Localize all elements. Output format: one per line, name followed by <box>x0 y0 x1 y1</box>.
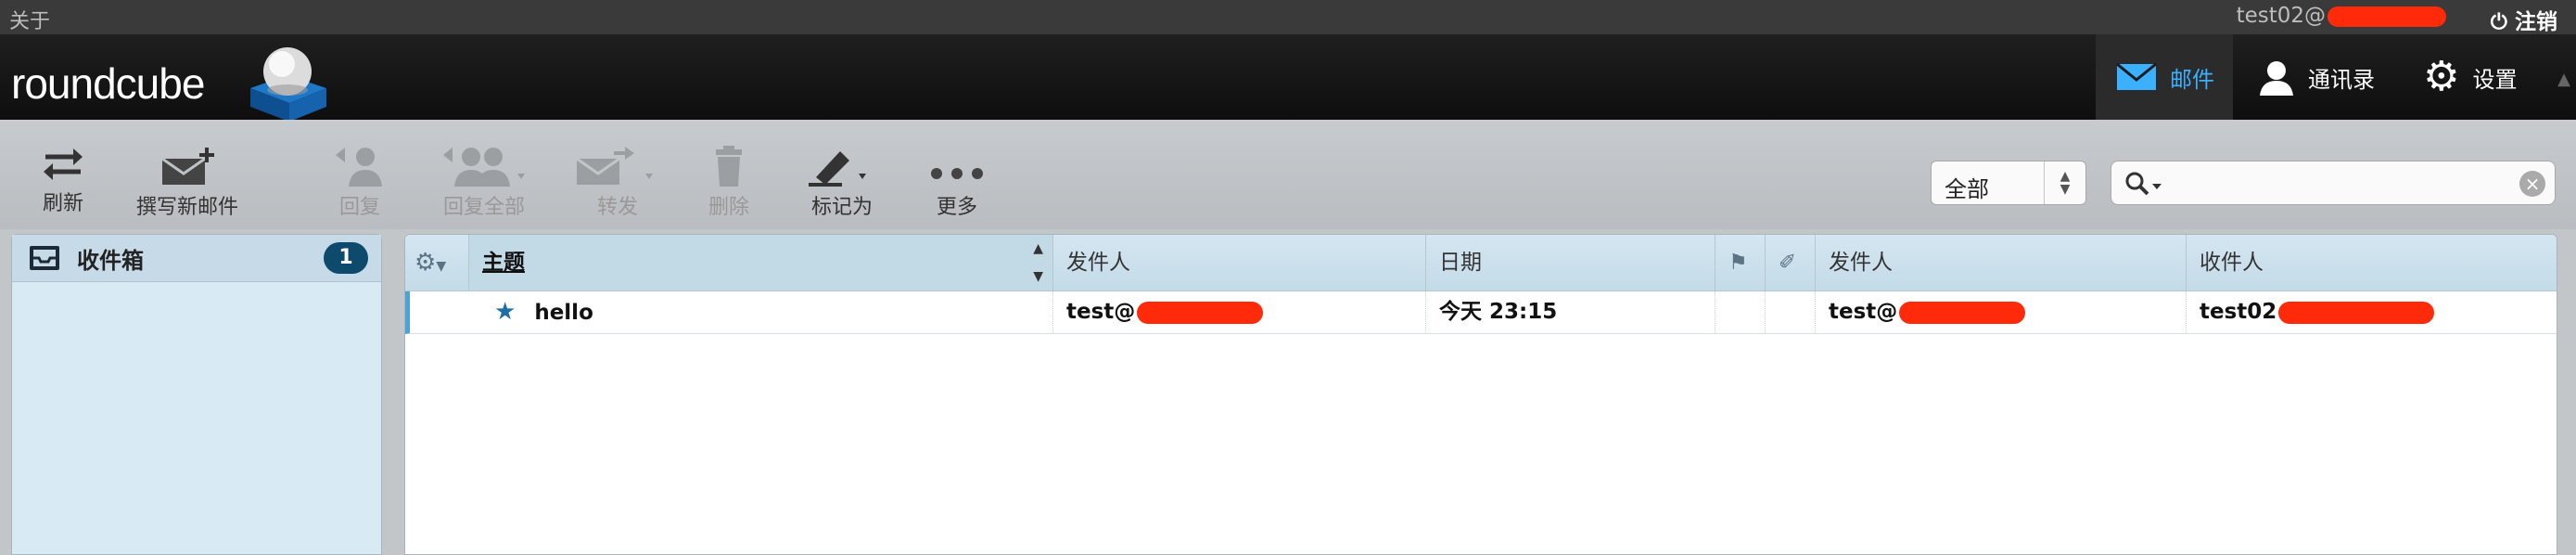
column-to[interactable]: 收件人 <box>2186 235 2557 290</box>
unread-count-badge: 1 <box>324 242 368 274</box>
top-bar: 关于 test02@ ⏻ 注销 <box>0 0 2576 35</box>
row-date-text: 今天 23:15 <box>1439 300 1558 324</box>
redaction-mark <box>2327 6 2446 27</box>
logout-button[interactable]: ⏻ 注销 <box>2491 4 2557 35</box>
task-contacts[interactable]: 通讯录 <box>2258 34 2375 120</box>
task-contacts-label: 通讯录 <box>2308 66 2375 93</box>
row-date: 今天 23:15 <box>1425 291 1715 333</box>
sort-icon: ▲ ▼ <box>1033 241 1043 284</box>
column-from2[interactable]: 发件人 <box>1815 235 2186 290</box>
row-from2: test@ <box>1815 291 2186 333</box>
mark-button[interactable]: 标记为 <box>805 146 879 220</box>
gear-icon: ⚙ <box>414 249 437 277</box>
filter-selected-value: 全部 <box>1945 176 1989 202</box>
task-settings-label: 设置 <box>2472 66 2518 93</box>
delete-button[interactable]: 删除 <box>695 146 762 220</box>
row-to: test02 <box>2186 291 2557 333</box>
task-mail-label: 邮件 <box>2170 66 2214 93</box>
forward-label: 转发 <box>596 196 638 219</box>
roundcube-logo-icon <box>250 47 326 122</box>
message-list-header: ⚙▼ 主题 ▲ ▼ 发件人 日期 ⚑ ✐ 发件人 收件人 <box>405 235 2557 291</box>
column-subject[interactable]: 主题 ▲ ▼ <box>468 235 1052 290</box>
delete-label: 删除 <box>708 196 749 219</box>
column-date[interactable]: 日期 <box>1425 235 1715 290</box>
refresh-button[interactable]: 刷新 <box>33 146 93 216</box>
table-row[interactable]: ★ hello test@ 今天 23:15 test@ test02 <box>405 291 2557 334</box>
row-from: test@ <box>1052 291 1425 333</box>
inbox-icon <box>30 246 59 270</box>
compose-icon <box>161 148 214 185</box>
redaction-mark <box>1137 301 1264 324</box>
forward-icon <box>576 147 653 185</box>
mail-icon <box>2116 63 2157 90</box>
column-from2-label: 发件人 <box>1829 251 1893 275</box>
search-input[interactable] <box>2171 169 2490 199</box>
folder-inbox[interactable]: 收件箱 1 <box>12 235 381 282</box>
column-attachment[interactable]: ✐ <box>1765 235 1815 290</box>
reply-all-label: 回复全部 <box>442 196 525 219</box>
chevron-down-icon: ▼ <box>436 259 447 274</box>
user-email: test02@ <box>2237 4 2446 28</box>
reply-button[interactable]: 回复 <box>326 146 393 220</box>
task-mail[interactable]: 邮件 <box>2096 34 2233 120</box>
forward-button[interactable]: 转发 <box>573 146 662 220</box>
select-arrows-icon: ▲ ▼ <box>2044 161 2085 204</box>
power-icon: ⏻ <box>2490 10 2507 34</box>
row-attachment <box>1765 291 1815 333</box>
list-options-button[interactable]: ⚙▼ <box>405 235 468 290</box>
reply-icon <box>336 148 382 187</box>
column-date-label: 日期 <box>1439 251 1482 275</box>
collapse-header-icon[interactable]: ▲ <box>2557 70 2570 89</box>
about-link[interactable]: 关于 <box>9 5 50 34</box>
user-email-text: test02@ <box>2236 4 2326 28</box>
flag-icon: ⚑ <box>1728 251 1748 275</box>
message-list: ⚙▼ 主题 ▲ ▼ 发件人 日期 ⚑ ✐ 发件人 收件人 ★ hello test… <box>404 234 2557 555</box>
compose-label: 撰写新邮件 <box>135 196 238 219</box>
filter-select[interactable]: 全部 ▲ ▼ <box>1931 161 2086 205</box>
row-subject-text: hello <box>534 301 593 325</box>
attachment-icon: ✐ <box>1779 251 1797 275</box>
redaction-mark <box>1899 301 2026 324</box>
reply-label: 回复 <box>338 196 380 219</box>
contacts-icon <box>2260 61 2293 96</box>
star-icon[interactable]: ★ <box>494 298 516 326</box>
logout-label: 注销 <box>2515 10 2557 34</box>
mark-icon <box>809 151 866 187</box>
delete-icon <box>716 146 742 187</box>
row-subject: ★ hello <box>468 291 1052 333</box>
logo-text: roundcube <box>11 59 205 108</box>
gear-icon: ⚙ <box>2423 53 2460 100</box>
more-icon <box>931 168 983 179</box>
column-subject-label: 主题 <box>482 251 525 275</box>
reply-all-button[interactable]: 回复全部 <box>428 146 540 220</box>
row-from-text: test@ <box>1066 300 1136 324</box>
column-to-label: 收件人 <box>2200 251 2264 275</box>
search-icon[interactable] <box>2124 171 2165 199</box>
column-from[interactable]: 发件人 <box>1052 235 1425 290</box>
folder-inbox-label: 收件箱 <box>77 247 144 274</box>
row-to-text: test02 <box>2200 300 2277 324</box>
column-from-label: 发件人 <box>1066 251 1130 275</box>
compose-button[interactable]: 撰写新邮件 <box>130 146 245 220</box>
column-flag[interactable]: ⚑ <box>1715 235 1765 290</box>
refresh-icon <box>44 148 83 180</box>
redaction-mark <box>2278 301 2435 324</box>
mark-label: 标记为 <box>810 196 873 219</box>
task-settings[interactable]: ⚙ 设置 <box>2423 34 2517 120</box>
refresh-label: 刷新 <box>42 192 83 215</box>
folder-list: 收件箱 1 <box>11 234 382 555</box>
more-label: 更多 <box>936 196 977 219</box>
more-button[interactable]: 更多 <box>927 146 987 220</box>
reply-all-icon <box>443 148 525 187</box>
search-box: × <box>2111 161 2556 205</box>
clear-search-icon[interactable]: × <box>2519 171 2545 197</box>
row-from2-text: test@ <box>1829 300 1898 324</box>
row-flag[interactable] <box>1715 291 1765 333</box>
header: roundcube 邮件 通讯录 ⚙ 设置 ▲ <box>0 34 2576 122</box>
